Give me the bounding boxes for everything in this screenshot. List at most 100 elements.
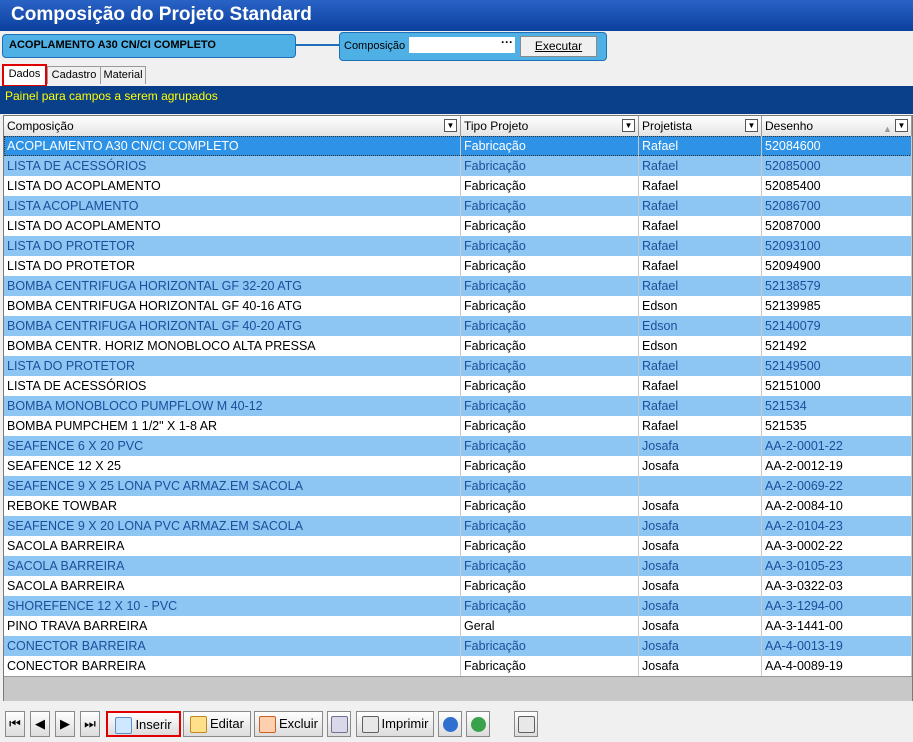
table-cell: LISTA DE ACESSÓRIOS: [4, 376, 461, 396]
table-cell: AA-4-0089-19: [762, 656, 912, 676]
table-row[interactable]: BOMBA MONOBLOCO PUMPFLOW M 40-12 Fabricaç…: [4, 396, 912, 416]
composicao-input[interactable]: ···: [409, 35, 515, 53]
data-grid[interactable]: Composição ▼ Tipo Projeto ▼ Projetista ▼…: [3, 115, 913, 701]
table-row[interactable]: REBOKE TOWBAR Fabricação Josafa AA-2-0084-1…: [4, 496, 912, 516]
table-cell: SACOLA BARREIRA: [4, 576, 461, 596]
table-row[interactable]: SEAFENCE 9 X 25 LONA PVC ARMAZ.EM SACOLA…: [4, 476, 912, 496]
grid-footer: [4, 676, 912, 701]
table-cell: Josafa: [639, 456, 762, 476]
tab-cadastro[interactable]: Cadastro: [47, 66, 101, 84]
table-cell: Fabricação: [461, 656, 639, 676]
web-button[interactable]: [466, 711, 490, 737]
table-row[interactable]: BOMBA CENTR. HORIZ MONOBLOCO ALTA PRESSA…: [4, 336, 912, 356]
table-cell: AA-3-0105-23: [762, 556, 912, 576]
table-row[interactable]: BOMBA CENTRIFUGA HORIZONTAL GF 40-16 ATG…: [4, 296, 912, 316]
table-row[interactable]: CONECTOR BARREIRA Fabricação Josafa AA-4-00…: [4, 636, 912, 656]
first-record-button[interactable]: ⏮: [5, 711, 25, 737]
table-cell: SEAFENCE 12 X 25: [4, 456, 461, 476]
table-cell: Josafa: [639, 636, 762, 656]
connector-line: [296, 44, 340, 46]
table-row[interactable]: SACOLA BARREIRA Fabricação Josafa AA-3-0002…: [4, 536, 912, 556]
tab-dados[interactable]: Dados: [2, 64, 47, 87]
table-cell: Fabricação: [461, 536, 639, 556]
table-row[interactable]: SACOLA BARREIRA Fabricação Josafa AA-3-0322…: [4, 576, 912, 596]
filter-dropdown-icon[interactable]: ▼: [444, 119, 457, 132]
table-cell: Josafa: [639, 616, 762, 636]
delete-button[interactable]: Excluir: [254, 711, 323, 737]
insert-button[interactable]: Inserir: [106, 711, 181, 737]
table-cell: ACOPLAMENTO A30 CN/CI COMPLETO: [4, 136, 461, 156]
insert-label: Inserir: [135, 717, 172, 732]
last-record-button[interactable]: ⏭: [80, 711, 100, 737]
table-cell: SEAFENCE 6 X 20 PVC: [4, 436, 461, 456]
table-cell: Fabricação: [461, 176, 639, 196]
filter-dropdown-icon[interactable]: ▼: [895, 119, 908, 132]
print-button[interactable]: Imprimir: [356, 711, 434, 737]
report-button[interactable]: [327, 711, 351, 737]
table-row[interactable]: BOMBA CENTRIFUGA HORIZONTAL GF 40-20 ATG…: [4, 316, 912, 336]
edit-button[interactable]: Editar: [183, 711, 251, 737]
next-record-button[interactable]: ▶: [55, 711, 75, 737]
table-row[interactable]: SEAFENCE 12 X 25 Fabricação Josafa AA-2-001…: [4, 456, 912, 476]
table-row[interactable]: LISTA DE ACESSÓRIOS Fabricação Rafael 52151…: [4, 376, 912, 396]
table-row[interactable]: SHOREFENCE 12 X 10 - PVC Fabricação Josafa…: [4, 596, 912, 616]
filter-dropdown-icon[interactable]: ▼: [622, 119, 635, 132]
table-row[interactable]: LISTA DO ACOPLAMENTO Fabricação Rafael 5208…: [4, 216, 912, 236]
header-tipo-projeto[interactable]: Tipo Projeto ▼: [461, 116, 639, 136]
table-cell: AA-4-0013-19: [762, 636, 912, 656]
header-desenho[interactable]: Desenho ▲ ▼: [762, 116, 912, 136]
info-button[interactable]: [438, 711, 462, 737]
table-cell: 521534: [762, 396, 912, 416]
header-projetista[interactable]: Projetista ▼: [639, 116, 762, 136]
globe-icon: [470, 717, 486, 733]
table-row[interactable]: LISTA DO ACOPLAMENTO Fabricação Rafael 5208…: [4, 176, 912, 196]
table-row[interactable]: LISTA DO PROTETOR Fabricação Rafael 5209310…: [4, 236, 912, 256]
table-cell: Fabricação: [461, 136, 639, 156]
table-cell: Fabricação: [461, 236, 639, 256]
tab-material[interactable]: Material: [100, 66, 146, 84]
table-cell: CONECTOR BARREIRA: [4, 656, 461, 676]
table-cell: Josafa: [639, 576, 762, 596]
table-cell: SHOREFENCE 12 X 10 - PVC: [4, 596, 461, 616]
table-cell: BOMBA CENTRIFUGA HORIZONTAL GF 40-20 ATG: [4, 316, 461, 336]
table-cell: Fabricação: [461, 436, 639, 456]
header-desenho-label: Desenho: [765, 119, 814, 133]
header-composicao[interactable]: Composição ▼: [4, 116, 461, 136]
lookup-button[interactable]: ···: [501, 35, 513, 49]
printer-icon: [361, 716, 379, 734]
table-row[interactable]: PINO TRAVA BARREIRA Geral Josafa AA-3-1441-…: [4, 616, 912, 636]
table-row[interactable]: BOMBA PUMPCHEM 1 1/2" X 1-8 AR Fabricação…: [4, 416, 912, 436]
table-cell: Josafa: [639, 436, 762, 456]
table-row[interactable]: LISTA DO PROTETOR Fabricação Rafael 5214950…: [4, 356, 912, 376]
table-row[interactable]: SEAFENCE 6 X 20 PVC Fabricação Josafa AA-2-…: [4, 436, 912, 456]
table-cell: AA-2-0069-22: [762, 476, 912, 496]
table-cell: Rafael: [639, 396, 762, 416]
table-row[interactable]: LISTA ACOPLAMENTO Fabricação Rafael 5208670…: [4, 196, 912, 216]
table-cell: 52149500: [762, 356, 912, 376]
table-cell: AA-2-0012-19: [762, 456, 912, 476]
table-cell: Edson: [639, 296, 762, 316]
project-name: ACOPLAMENTO A30 CN/CI COMPLETO: [9, 39, 216, 51]
table-row[interactable]: LISTA DO PROTETOR Fabricação Rafael 5209490…: [4, 256, 912, 276]
table-cell: Rafael: [639, 356, 762, 376]
filter-dropdown-icon[interactable]: ▼: [745, 119, 758, 132]
execute-button[interactable]: Executar: [520, 36, 597, 57]
report-icon: [330, 716, 348, 734]
table-cell: Fabricação: [461, 476, 639, 496]
table-row[interactable]: SEAFENCE 9 X 20 LONA PVC ARMAZ.EM SACOLA…: [4, 516, 912, 536]
print-label: Imprimir: [381, 716, 429, 731]
header-projetista-label: Projetista: [642, 119, 693, 133]
insert-icon: [115, 717, 133, 735]
table-cell: Rafael: [639, 196, 762, 216]
prev-record-button[interactable]: ◀: [30, 711, 50, 737]
table-row[interactable]: CONECTOR BARREIRA Fabricação Josafa AA-4-00…: [4, 656, 912, 676]
table-cell: Josafa: [639, 656, 762, 676]
table-row[interactable]: LISTA DE ACESSÓRIOS Fabricação Rafael 52085…: [4, 156, 912, 176]
edit-label: Editar: [210, 716, 244, 731]
table-row[interactable]: SACOLA BARREIRA Fabricação Josafa AA-3-0105…: [4, 556, 912, 576]
table-cell: 52138579: [762, 276, 912, 296]
table-cell: LISTA DO PROTETOR: [4, 256, 461, 276]
table-row[interactable]: BOMBA CENTRIFUGA HORIZONTAL GF 32-20 ATG…: [4, 276, 912, 296]
print-preview-button[interactable]: [514, 711, 538, 737]
table-row[interactable]: ACOPLAMENTO A30 CN/CI COMPLETO Fabricação…: [4, 136, 912, 156]
